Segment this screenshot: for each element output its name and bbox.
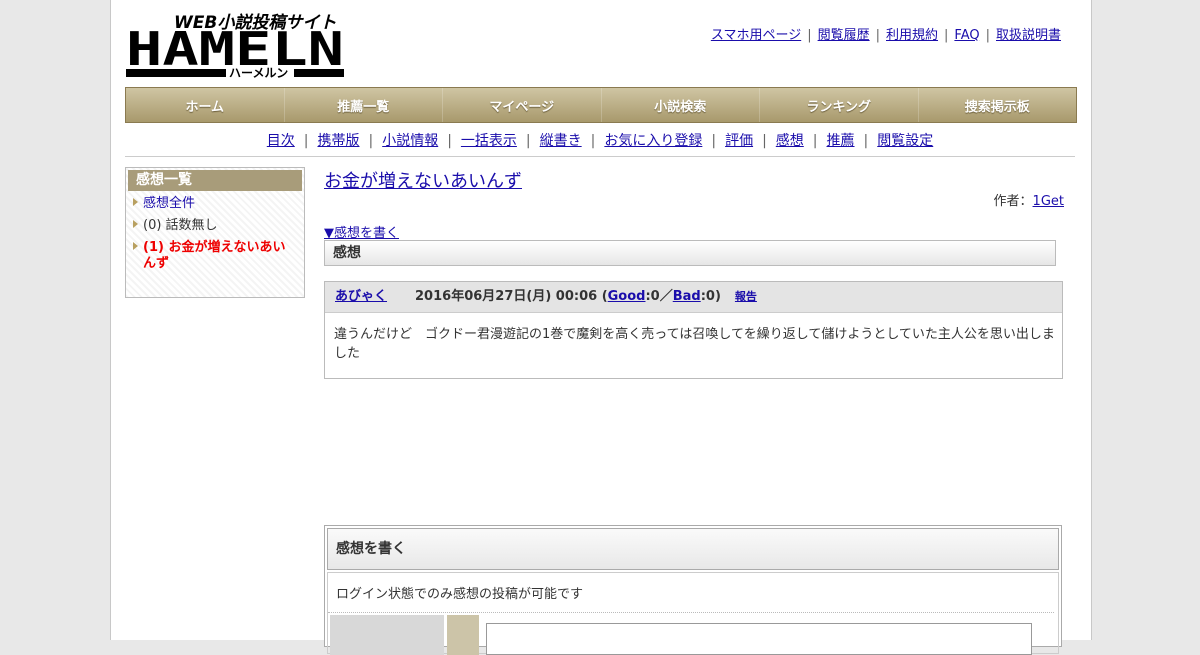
subnav-rating[interactable]: 評価 — [725, 133, 753, 149]
review-item: あびゃく 2016年06月27日(月) 00:06 (Good:0／Bad:0) 報… — [324, 281, 1063, 379]
review-input[interactable] — [486, 623, 1032, 655]
login-required-note: ログイン状態でのみ感想の投稿が可能です — [328, 573, 1054, 613]
nav-mypage[interactable]: マイページ — [443, 88, 602, 122]
main-nav: ホーム 推薦一覧 マイページ 小説検索 ランキング 捜索掲示板 — [125, 87, 1077, 123]
report-link[interactable]: 報告 — [735, 290, 757, 303]
review-meta: あびゃく 2016年06月27日(月) 00:06 (Good:0／Bad:0) 報… — [325, 282, 1062, 313]
novel-title[interactable]: お金が増えないあいんず — [324, 167, 522, 193]
link-faq[interactable]: FAQ — [954, 28, 979, 43]
sidebar-label-no-chapter: (0) 話数無し — [143, 218, 218, 233]
sidebar-label-current: (1) お金が増えないあいんず — [143, 240, 286, 271]
nav-home[interactable]: ホーム — [126, 88, 285, 122]
write-review-link[interactable]: ▼感想を書く — [324, 222, 399, 241]
nav-recommendations[interactable]: 推薦一覧 — [284, 88, 443, 122]
arrow-right-icon — [133, 220, 138, 228]
sidebar-item-all-reviews[interactable]: 感想全件 — [126, 193, 304, 215]
good-count: :0／ — [645, 289, 673, 304]
link-smartphone[interactable]: スマホ用ページ — [711, 28, 801, 43]
link-manual[interactable]: 取扱説明書 — [996, 28, 1061, 43]
subnav-novel-info[interactable]: 小説情報 — [382, 133, 438, 149]
form-field-marker — [447, 615, 479, 655]
subnav-toc[interactable]: 目次 — [267, 133, 295, 149]
subnav-reviews[interactable]: 感想 — [776, 133, 804, 149]
bad-button[interactable]: Bad — [673, 289, 701, 304]
sidebar-title: 感想一覧 — [128, 170, 302, 191]
sidebar-item-current-chapter: (1) お金が増えないあいんず — [126, 237, 304, 275]
form-title: 感想を書く — [327, 528, 1059, 570]
good-button[interactable]: Good — [608, 289, 646, 304]
bad-count: :0) — [700, 289, 721, 304]
author-link[interactable]: 1Get — [1033, 194, 1064, 209]
subnav-favorite[interactable]: お気に入り登録 — [604, 133, 702, 149]
arrow-right-icon — [133, 242, 138, 250]
sidebar-item-no-chapter: (0) 話数無し — [126, 215, 304, 237]
review-date: 2016年06月27日(月) 00:06 ( — [415, 289, 608, 304]
logo-kana: ハーメルン — [229, 66, 288, 80]
subnav-vertical[interactable]: 縦書き — [540, 133, 582, 149]
nav-search[interactable]: 小説検索 — [601, 88, 760, 122]
review-form: 感想を書く ログイン状態でのみ感想の投稿が可能です — [324, 525, 1062, 655]
arrow-right-icon — [133, 198, 138, 206]
author-label: 作者： — [993, 194, 1033, 209]
subnav-recommend[interactable]: 推薦 — [827, 133, 855, 149]
review-user[interactable]: あびゃく — [335, 289, 387, 304]
subnav-view-settings[interactable]: 閲覧設定 — [877, 133, 933, 149]
form-field-label — [330, 615, 444, 655]
link-history[interactable]: 閲覧履歴 — [818, 28, 870, 43]
top-links: スマホ用ページ | 閲覧履歴 | 利用規約 | FAQ | 取扱説明書 — [710, 28, 1061, 43]
review-list-sidebar: 感想一覧 感想全件 (0) 話数無し (1) お金が増えないあいんず — [125, 167, 305, 298]
hameln-logo-image: WEB小説投稿サイト HAMELN ハーメルン — [126, 13, 344, 80]
subnav-show-all[interactable]: 一括表示 — [461, 133, 517, 149]
divider — [125, 156, 1075, 157]
hameln-logo[interactable]: WEB小説投稿サイト HAMELN ハーメルン — [126, 10, 346, 80]
section-title: 感想 — [324, 240, 1056, 266]
form-row — [328, 613, 1058, 655]
nav-ranking[interactable]: ランキング — [760, 88, 919, 122]
link-terms[interactable]: 利用規約 — [886, 28, 938, 43]
subnav-mobile[interactable]: 携帯版 — [317, 133, 359, 149]
nav-search-board[interactable]: 捜索掲示板 — [918, 88, 1076, 122]
form-body: ログイン状態でのみ感想の投稿が可能です — [327, 572, 1059, 655]
sidebar-link-all[interactable]: 感想全件 — [143, 196, 195, 211]
novel-subnav: 目次 | 携帯版 | 小説情報 | 一括表示 | 縦書き | お気に入り登録 | 評価 | 感想 | 推薦 | 閲覧… — [266, 133, 934, 149]
review-text: 違うんだけど ゴクドー君漫遊記の1巻で魔剣を高く売っては召喚してを繰り返して儲け… — [334, 327, 1055, 361]
author: 作者：1Get — [994, 190, 1064, 209]
page: WEB小説投稿サイト HAMELN ハーメルン スマホ用ページ | 閲覧履歴 | 利用規… — [110, 0, 1092, 655]
